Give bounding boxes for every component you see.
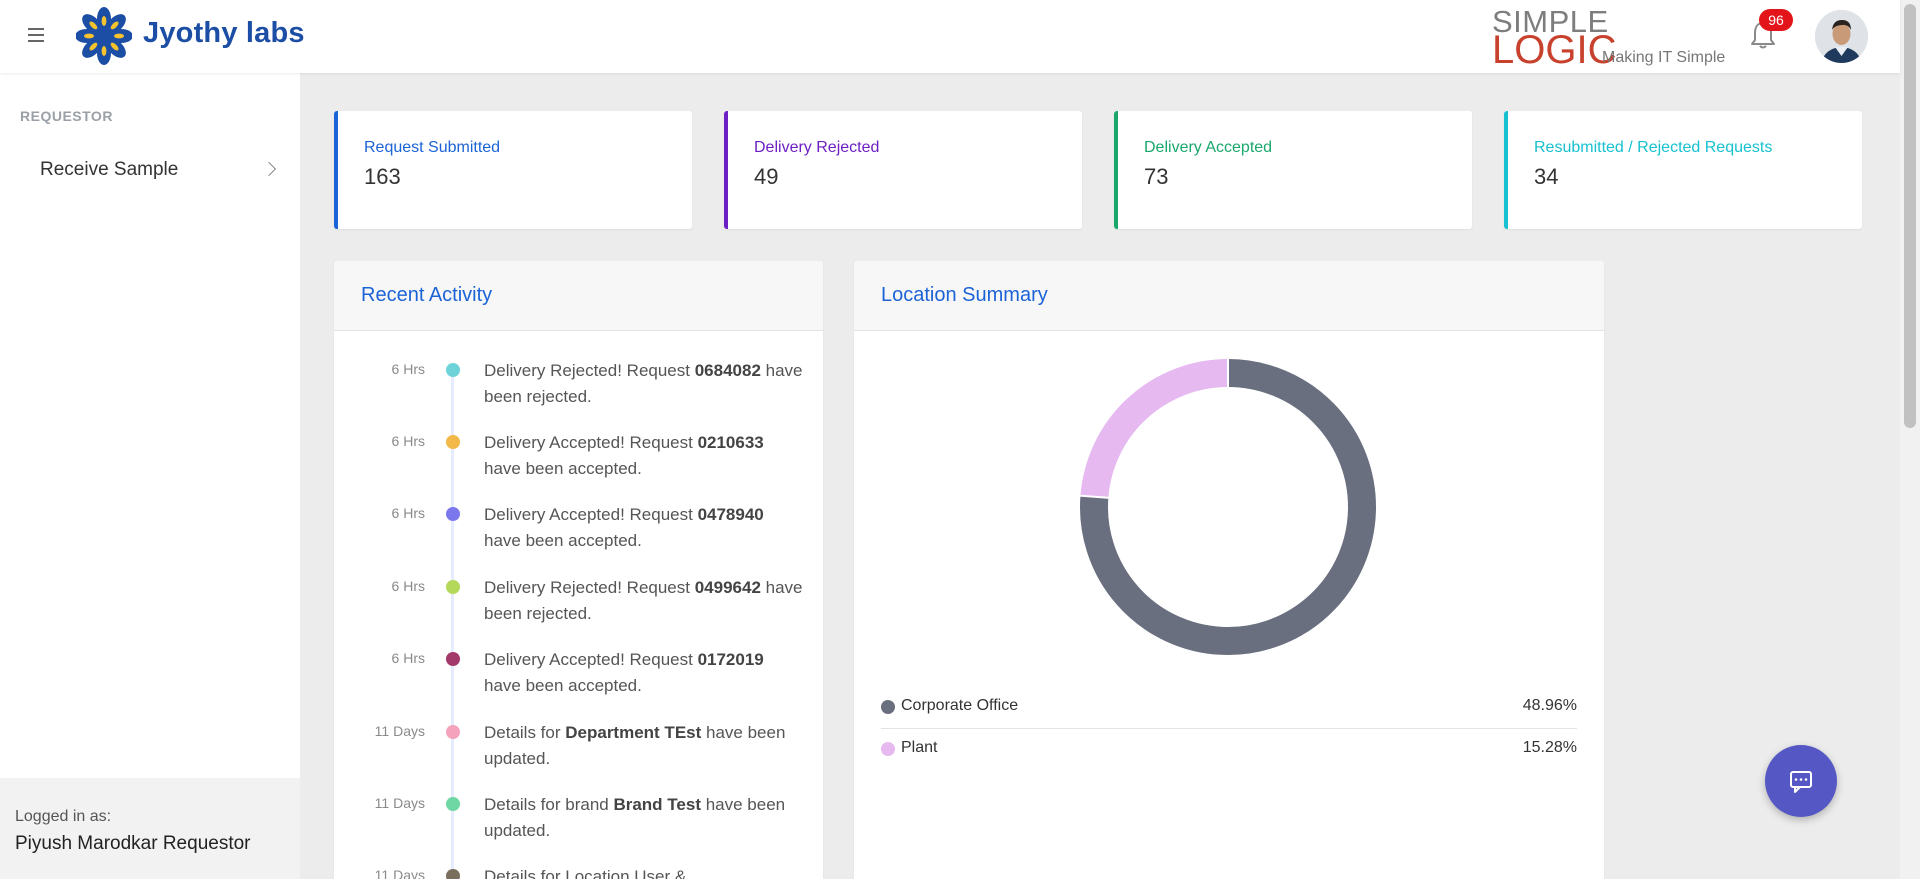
- timeline-dot: [446, 363, 460, 377]
- stat-card-value: 73: [1144, 164, 1169, 189]
- recent-activity-panel: Recent Activity 6 Hrs Delivery Rejected! …: [334, 261, 823, 879]
- activity-text: Details for Department TEst have been up…: [484, 720, 804, 772]
- activity-text-suffix: have been accepted.: [484, 676, 642, 695]
- stat-card-resubmitted-rejected[interactable]: Resubmitted / Rejected Requests 34: [1504, 111, 1862, 229]
- panel-header: Recent Activity: [334, 261, 823, 331]
- activity-time: 11 Days: [374, 795, 425, 811]
- stat-card-accent: [334, 111, 338, 229]
- timeline-dot: [446, 797, 460, 811]
- activity-text-suffix: have been accepted.: [484, 531, 642, 550]
- activity-text-highlight: 0478940: [697, 505, 764, 524]
- timeline-dot: [446, 435, 460, 449]
- activity-text-prefix: Delivery Accepted! Request: [484, 650, 698, 669]
- activity-time: 6 Hrs: [391, 578, 425, 594]
- page-scrollbar[interactable]: [1900, 0, 1920, 879]
- activity-text-highlight: Brand Test: [613, 795, 701, 814]
- location-donut-chart: [1079, 358, 1376, 655]
- stat-card-title: Resubmitted / Rejected Requests: [1534, 139, 1773, 156]
- scrollbar-thumb[interactable]: [1904, 4, 1916, 428]
- stat-card-accent: [1114, 111, 1118, 229]
- legend-swatch: [881, 700, 895, 714]
- chevron-right-icon: [261, 161, 277, 177]
- stat-card-title: Request Submitted: [364, 139, 501, 156]
- stat-card-request-submitted[interactable]: Request Submitted 163: [334, 111, 692, 229]
- stat-card-delivery-accepted[interactable]: Delivery Accepted 73: [1114, 111, 1472, 229]
- activity-time: 6 Hrs: [391, 650, 425, 666]
- activity-time: 6 Hrs: [391, 361, 425, 377]
- recent-activity-title: Recent Activity: [361, 284, 493, 306]
- activity-text: Delivery Rejected! Request 0499642 have …: [484, 575, 804, 627]
- user-avatar[interactable]: [1815, 10, 1868, 63]
- chat-icon: [1790, 771, 1812, 793]
- legend-swatch: [881, 742, 895, 756]
- legend-row-corporate-office[interactable]: Corporate Office 48.96%: [881, 687, 1577, 729]
- activity-time: 11 Days: [374, 867, 425, 879]
- stat-card-title: Delivery Accepted: [1144, 139, 1273, 156]
- activity-text: Details for brand Brand Test have been u…: [484, 792, 804, 844]
- activity-text-suffix: have been accepted.: [484, 459, 642, 478]
- donut-slice-plant[interactable]: [1080, 359, 1229, 499]
- legend-percentage: 48.96%: [1522, 697, 1577, 714]
- logged-in-footer: Logged in as: Piyush Marodkar Requestor: [0, 778, 300, 879]
- legend-row-plant[interactable]: Plant 15.28%: [881, 729, 1577, 771]
- location-summary-panel: Location Summary Corporate Office 48.96%…: [854, 261, 1604, 879]
- timeline-dot: [446, 652, 460, 666]
- legend-name: Corporate Office: [901, 697, 1019, 714]
- timeline-dot: [446, 869, 460, 879]
- partner-logo-bottom: LOGIC: [1492, 28, 1617, 72]
- legend-name: Plant: [901, 739, 938, 756]
- stat-card-value: 34: [1534, 164, 1559, 189]
- partner-tagline: Making IT Simple: [1602, 49, 1726, 66]
- activity-time: 6 Hrs: [391, 433, 425, 449]
- notification-badge: 96: [1759, 9, 1793, 31]
- stat-card-accent: [724, 111, 728, 229]
- activity-text-highlight: 0684082: [694, 361, 761, 380]
- stat-card-delivery-rejected[interactable]: Delivery Rejected 49: [724, 111, 1082, 229]
- activity-text-prefix: Delivery Rejected! Request: [484, 578, 695, 597]
- timeline-dot: [446, 507, 460, 521]
- brand-name: Jyothy labs: [143, 17, 305, 49]
- avatar-icon: [1815, 10, 1868, 63]
- activity-text-highlight: 0499642: [694, 578, 761, 597]
- activity-text-highlight: Department TEst: [565, 723, 702, 742]
- activity-text-prefix: Delivery Rejected! Request: [484, 361, 695, 380]
- panel-header: Location Summary: [854, 261, 1604, 331]
- activity-time: 11 Days: [374, 723, 425, 739]
- activity-text: Delivery Rejected! Request 0684082 have …: [484, 358, 804, 410]
- activity-text-prefix: Details for brand: [484, 795, 614, 814]
- activity-time: 6 Hrs: [391, 505, 425, 521]
- logged-in-label: Logged in as:: [15, 808, 112, 825]
- stat-card-title: Delivery Rejected: [754, 139, 880, 156]
- sidebar-item-label: Receive Sample: [40, 159, 179, 180]
- activity-text: Delivery Accepted! Request 0478940 have …: [484, 502, 804, 554]
- timeline-dot: [446, 725, 460, 739]
- chat-button[interactable]: [1765, 745, 1837, 817]
- activity-text: Delivery Accepted! Request 0210633 have …: [484, 430, 804, 482]
- activity-text: Delivery Accepted! Request 0172019 have …: [484, 647, 804, 699]
- activity-text-prefix: Details for: [484, 723, 566, 742]
- activity-text-prefix: Delivery Accepted! Request: [484, 505, 698, 524]
- stat-card-value: 49: [754, 164, 779, 189]
- activity-text-prefix: Details for Location User &: [484, 867, 687, 879]
- activity-text-prefix: Delivery Accepted! Request: [484, 433, 698, 452]
- stat-card-value: 163: [364, 164, 401, 189]
- stat-card-accent: [1504, 111, 1508, 229]
- activity-text-highlight: 0210633: [697, 433, 764, 452]
- activity-text-highlight: 0172019: [697, 650, 764, 669]
- top-header: Jyothy labs SIMPLE LOGIC Making IT Simpl…: [0, 0, 1900, 73]
- logged-in-user: Piyush Marodkar Requestor: [15, 833, 251, 854]
- timeline-dot: [446, 580, 460, 594]
- sidebar: REQUESTOR Receive Sample Logged in as: P…: [0, 73, 300, 879]
- hamburger-menu-icon[interactable]: [28, 28, 44, 42]
- sidebar-item-receive-sample[interactable]: Receive Sample: [20, 151, 282, 191]
- legend-percentage: 15.28%: [1522, 739, 1577, 756]
- jyothy-labs-logo-icon: [76, 7, 132, 65]
- sidebar-section-label: REQUESTOR: [20, 108, 113, 124]
- activity-text: Details for Location User &: [484, 864, 804, 879]
- simple-logic-logo: SIMPLE LOGIC Making IT Simple: [1492, 4, 1732, 70]
- location-summary-title: Location Summary: [881, 284, 1048, 306]
